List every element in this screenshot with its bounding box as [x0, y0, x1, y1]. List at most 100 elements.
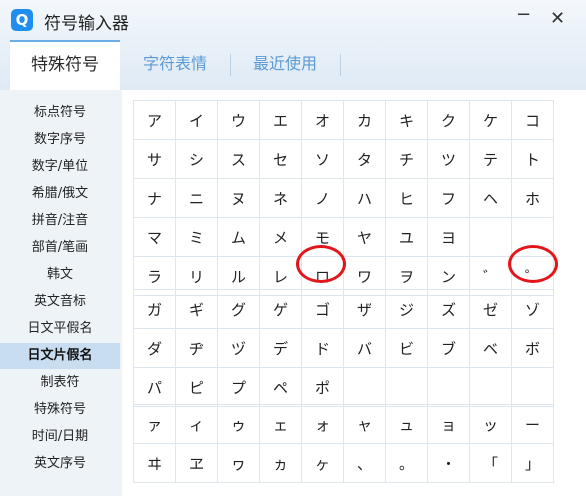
symbol-cell[interactable]: 、: [343, 443, 386, 483]
symbol-cell[interactable]: 。: [385, 443, 428, 483]
symbol-cell[interactable]: サ: [133, 139, 176, 179]
symbol-cell[interactable]: ケ: [469, 100, 512, 140]
symbol-cell[interactable]: ュ: [385, 404, 428, 444]
tab-recent[interactable]: 最近使用: [232, 40, 338, 90]
symbol-cell[interactable]: ザ: [343, 289, 386, 329]
symbol-cell[interactable]: ヮ: [217, 443, 260, 483]
symbol-cell[interactable]: コ: [511, 100, 554, 140]
symbol-cell[interactable]: ガ: [133, 289, 176, 329]
symbol-cell[interactable]: デ: [259, 328, 302, 368]
symbol-cell[interactable]: ヱ: [175, 443, 218, 483]
symbol-cell[interactable]: ヤ: [343, 217, 386, 257]
symbol-cell[interactable]: ベ: [469, 328, 512, 368]
symbol-cell[interactable]: 「: [469, 443, 512, 483]
symbol-cell[interactable]: イ: [175, 100, 218, 140]
symbol-cell[interactable]: ゥ: [217, 404, 260, 444]
sidebar-item-time-date[interactable]: 时间/日期: [0, 424, 120, 450]
symbol-cell[interactable]: エ: [259, 100, 302, 140]
symbol-cell[interactable]: ミ: [175, 217, 218, 257]
tab-special-symbols[interactable]: 特殊符号: [10, 40, 120, 90]
sidebar-item-english-ordinals[interactable]: 英文序号: [0, 451, 120, 477]
symbol-cell[interactable]: ダ: [133, 328, 176, 368]
symbol-cell[interactable]: ズ: [427, 289, 470, 329]
symbol-cell[interactable]: ナ: [133, 178, 176, 218]
symbol-cell[interactable]: ゼ: [469, 289, 512, 329]
symbol-cell[interactable]: ギ: [175, 289, 218, 329]
symbol-cell[interactable]: ゲ: [259, 289, 302, 329]
symbol-cell[interactable]: ヂ: [175, 328, 218, 368]
symbol-cell[interactable]: ネ: [259, 178, 302, 218]
sidebar-item-numbers-units[interactable]: 数字/单位: [0, 154, 120, 180]
sidebar-item-katakana[interactable]: 日文片假名: [0, 343, 120, 369]
symbol-cell[interactable]: プ: [217, 367, 260, 407]
symbol-cell[interactable]: ト: [511, 139, 554, 179]
sidebar-item-greek-russian[interactable]: 希腊/俄文: [0, 181, 120, 207]
symbol-cell[interactable]: ペ: [259, 367, 302, 407]
symbol-cell[interactable]: ヌ: [217, 178, 260, 218]
symbol-cell[interactable]: ボ: [511, 328, 554, 368]
symbol-cell[interactable]: オ: [301, 100, 344, 140]
symbol-cell[interactable]: ソ: [301, 139, 344, 179]
symbol-cell[interactable]: ョ: [427, 404, 470, 444]
symbol-cell[interactable]: ヅ: [217, 328, 260, 368]
symbol-cell[interactable]: ム: [217, 217, 260, 257]
symbol-cell[interactable]: ァ: [133, 404, 176, 444]
sidebar-item-punctuation[interactable]: 标点符号: [0, 100, 120, 126]
symbol-cell[interactable]: ・: [427, 443, 470, 483]
sidebar-item-phonetics[interactable]: 英文音标: [0, 289, 120, 315]
symbol-cell[interactable]: ャ: [343, 404, 386, 444]
symbol-cell[interactable]: ニ: [175, 178, 218, 218]
symbol-cell[interactable]: ッ: [469, 404, 512, 444]
symbol-cell[interactable]: バ: [343, 328, 386, 368]
symbol-cell[interactable]: キ: [385, 100, 428, 140]
symbol-cell[interactable]: ォ: [301, 404, 344, 444]
symbol-cell[interactable]: ク: [427, 100, 470, 140]
symbol-cell[interactable]: ヵ: [259, 443, 302, 483]
symbol-cell[interactable]: ゾ: [511, 289, 554, 329]
symbol-cell[interactable]: パ: [133, 367, 176, 407]
symbol-cell[interactable]: チ: [385, 139, 428, 179]
symbol-cell[interactable]: テ: [469, 139, 512, 179]
symbol-cell[interactable]: ゴ: [301, 289, 344, 329]
sidebar-item-number-ordinals[interactable]: 数字序号: [0, 127, 120, 153]
symbol-cell[interactable]: グ: [217, 289, 260, 329]
close-button[interactable]: ✕: [550, 8, 565, 29]
symbol-cell[interactable]: ィ: [175, 404, 218, 444]
symbol-cell[interactable]: ウ: [217, 100, 260, 140]
symbol-cell[interactable]: セ: [259, 139, 302, 179]
sidebar-item-radicals-strokes[interactable]: 部首/笔画: [0, 235, 120, 261]
symbol-cell[interactable]: ー: [511, 404, 554, 444]
symbol-cell[interactable]: ポ: [301, 367, 344, 407]
symbol-cell[interactable]: ピ: [175, 367, 218, 407]
sidebar-item-korean[interactable]: 韩文: [0, 262, 120, 288]
symbol-cell[interactable]: ホ: [511, 178, 554, 218]
symbol-cell[interactable]: ブ: [427, 328, 470, 368]
symbol-cell[interactable]: ハ: [343, 178, 386, 218]
tab-emoticons[interactable]: 字符表情: [122, 40, 228, 90]
symbol-cell[interactable]: ビ: [385, 328, 428, 368]
symbol-cell[interactable]: ア: [133, 100, 176, 140]
symbol-cell[interactable]: 」: [511, 443, 554, 483]
symbol-cell[interactable]: ェ: [259, 404, 302, 444]
symbol-cell[interactable]: ド: [301, 328, 344, 368]
symbol-cell[interactable]: ノ: [301, 178, 344, 218]
symbol-cell[interactable]: メ: [259, 217, 302, 257]
symbol-cell[interactable]: ヨ: [427, 217, 470, 257]
symbol-cell[interactable]: ジ: [385, 289, 428, 329]
symbol-cell[interactable]: ユ: [385, 217, 428, 257]
symbol-cell[interactable]: ヶ: [301, 443, 344, 483]
symbol-cell[interactable]: マ: [133, 217, 176, 257]
sidebar-item-box-drawing[interactable]: 制表符: [0, 370, 120, 396]
symbol-cell[interactable]: フ: [427, 178, 470, 218]
symbol-cell[interactable]: カ: [343, 100, 386, 140]
symbol-cell[interactable]: ヘ: [469, 178, 512, 218]
symbol-cell[interactable]: ヒ: [385, 178, 428, 218]
sidebar-item-hiragana[interactable]: 日文平假名: [0, 316, 120, 342]
symbol-cell[interactable]: ヰ: [133, 443, 176, 483]
sidebar-item-special-symbols[interactable]: 特殊符号: [0, 397, 120, 423]
symbol-cell[interactable]: ス: [217, 139, 260, 179]
sidebar-item-pinyin-zhuyin[interactable]: 拼音/注音: [0, 208, 120, 234]
symbol-cell[interactable]: ツ: [427, 139, 470, 179]
symbol-cell[interactable]: シ: [175, 139, 218, 179]
symbol-cell[interactable]: タ: [343, 139, 386, 179]
